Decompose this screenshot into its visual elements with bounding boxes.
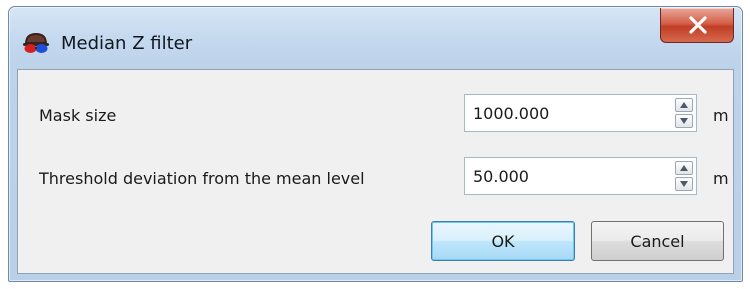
ok-button[interactable]: OK bbox=[431, 221, 575, 261]
threshold-deviation-unit: m bbox=[713, 169, 729, 188]
title-bar[interactable]: Median Z filter bbox=[9, 7, 742, 69]
mask-size-spinbox[interactable] bbox=[464, 94, 697, 132]
threshold-deviation-spinbox[interactable] bbox=[464, 157, 697, 195]
dialog-body: Mask size m Threshold deviation from the… bbox=[17, 69, 734, 274]
threshold-deviation-input[interactable] bbox=[465, 158, 665, 194]
mask-size-increment-button[interactable] bbox=[675, 98, 693, 112]
arrow-down-icon bbox=[680, 118, 688, 124]
dialog-title: Median Z filter bbox=[61, 33, 193, 54]
dialog-window: Median Z filter Mask size m Threshold de… bbox=[8, 6, 743, 282]
mask-size-unit: m bbox=[713, 106, 729, 125]
cancel-button[interactable]: Cancel bbox=[591, 221, 724, 261]
arrow-up-icon bbox=[680, 102, 688, 108]
threshold-deviation-decrement-button[interactable] bbox=[675, 177, 693, 191]
threshold-deviation-increment-button[interactable] bbox=[675, 161, 693, 175]
threshold-deviation-label: Threshold deviation from the mean level bbox=[39, 169, 365, 188]
mask-size-input[interactable] bbox=[465, 95, 665, 131]
arrow-up-icon bbox=[680, 165, 688, 171]
mask-size-decrement-button[interactable] bbox=[675, 114, 693, 128]
arrow-down-icon bbox=[680, 181, 688, 187]
close-button[interactable] bbox=[660, 8, 734, 43]
close-icon bbox=[689, 16, 707, 34]
mask-size-label: Mask size bbox=[39, 106, 117, 125]
3d-glasses-icon bbox=[22, 31, 50, 57]
